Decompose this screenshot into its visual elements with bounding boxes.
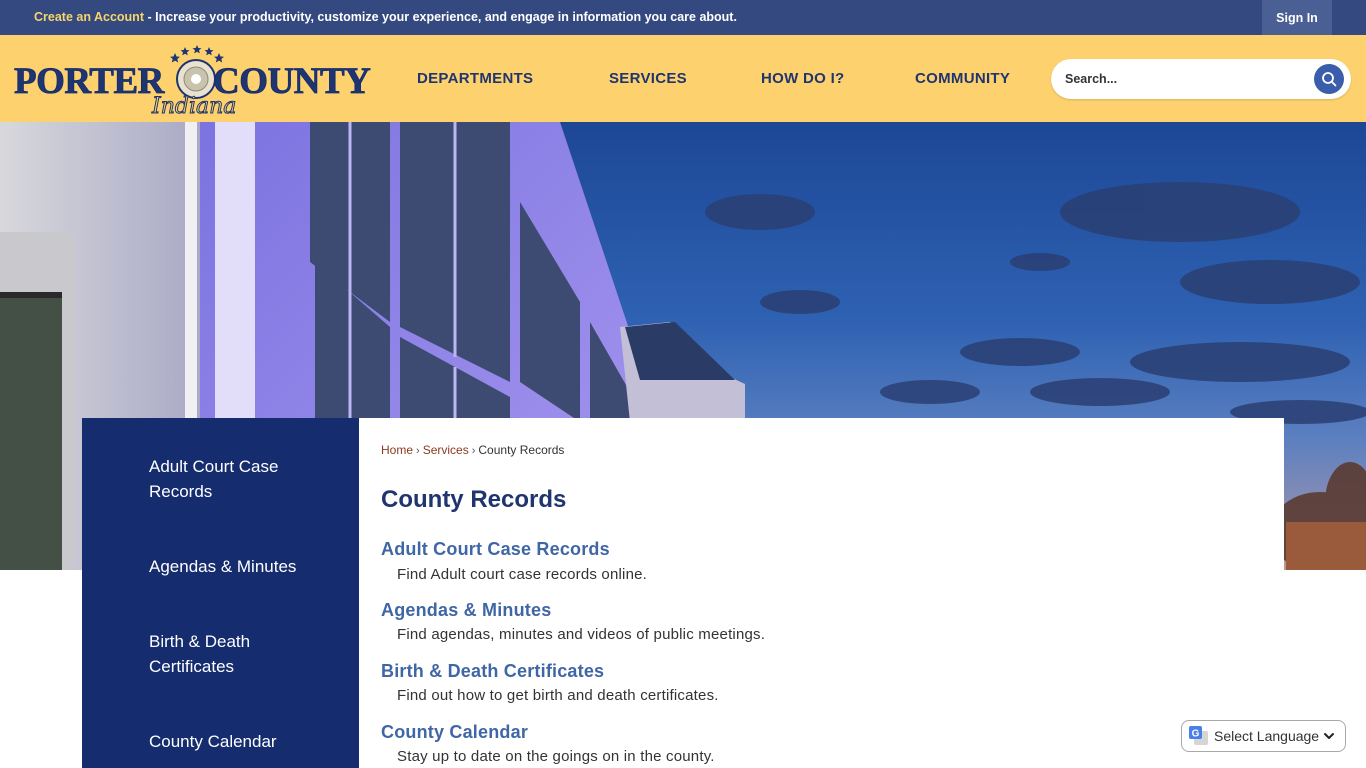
search-box (1051, 59, 1351, 99)
entry-title-adult-court-case-records[interactable]: Adult Court Case Records (381, 539, 610, 560)
page-title: County Records (381, 486, 567, 513)
sidebar-item-agendas-minutes[interactable]: Agendas & Minutes (149, 554, 339, 579)
search-button[interactable] (1314, 64, 1344, 94)
entry-title-county-calendar[interactable]: County Calendar (381, 722, 528, 743)
entry-title-birth-death-certificates[interactable]: Birth & Death Certificates (381, 661, 604, 682)
google-translate-icon: G (1189, 726, 1208, 745)
logo-word-county: COUNTY (213, 61, 371, 102)
language-select-label: Select Language (1214, 728, 1320, 744)
sidebar-item-birth-death-certificates[interactable]: Birth & Death Certificates (149, 629, 339, 679)
breadcrumb-current: County Records (478, 443, 565, 457)
language-select[interactable]: G Select Language (1181, 720, 1346, 752)
entry-title-agendas-minutes[interactable]: Agendas & Minutes (381, 600, 551, 621)
breadcrumb-home[interactable]: Home (381, 443, 413, 457)
logo-word-porter: PORTER (14, 61, 166, 102)
nav-community[interactable]: COMMUNITY (915, 35, 1010, 122)
nav-how-do-i[interactable]: HOW DO I? (761, 35, 845, 122)
porter-county-logo[interactable]: PORTER COUNTY Indiana (12, 43, 378, 120)
account-promo: Create an Account - Increase your produc… (34, 10, 737, 24)
entry-desc: Find agendas, minutes and videos of publ… (397, 626, 766, 643)
site-header: PORTER COUNTY Indiana DEPARTMENTS SERVIC… (0, 35, 1366, 122)
entry-desc: Find out how to get birth and death cert… (397, 687, 719, 704)
sidebar-item-county-calendar[interactable]: County Calendar (149, 729, 339, 754)
svg-text:G: G (1192, 729, 1200, 740)
chevron-down-icon (1324, 733, 1334, 739)
entry-desc: Stay up to date on the goings on in the … (397, 748, 715, 765)
top-bar: Create an Account - Increase your produc… (0, 0, 1366, 35)
breadcrumb-separator: › (471, 445, 476, 457)
promo-text: - Increase your productivity, customize … (143, 10, 737, 24)
search-input[interactable] (1065, 69, 1305, 89)
sign-in-button[interactable]: Sign In (1262, 0, 1332, 35)
create-account-link[interactable]: Create an Account (34, 10, 144, 24)
logo-word-indiana: Indiana (151, 94, 236, 115)
breadcrumb-services[interactable]: Services (423, 443, 469, 457)
entry-desc: Find Adult court case records online. (397, 566, 648, 583)
sidebar-item-adult-court-case-records[interactable]: Adult Court Case Records (149, 454, 339, 504)
breadcrumb-separator: › (416, 445, 420, 457)
sidebar-nav: Adult Court Case Records Agendas & Minut… (82, 418, 359, 768)
nav-departments[interactable]: DEPARTMENTS (417, 35, 533, 122)
main-content: Home › Services › County Records County Reco… (359, 418, 1284, 768)
search-icon (1322, 72, 1337, 87)
nav-services[interactable]: SERVICES (609, 35, 687, 122)
breadcrumb: Home › Services › County Records (381, 443, 564, 457)
